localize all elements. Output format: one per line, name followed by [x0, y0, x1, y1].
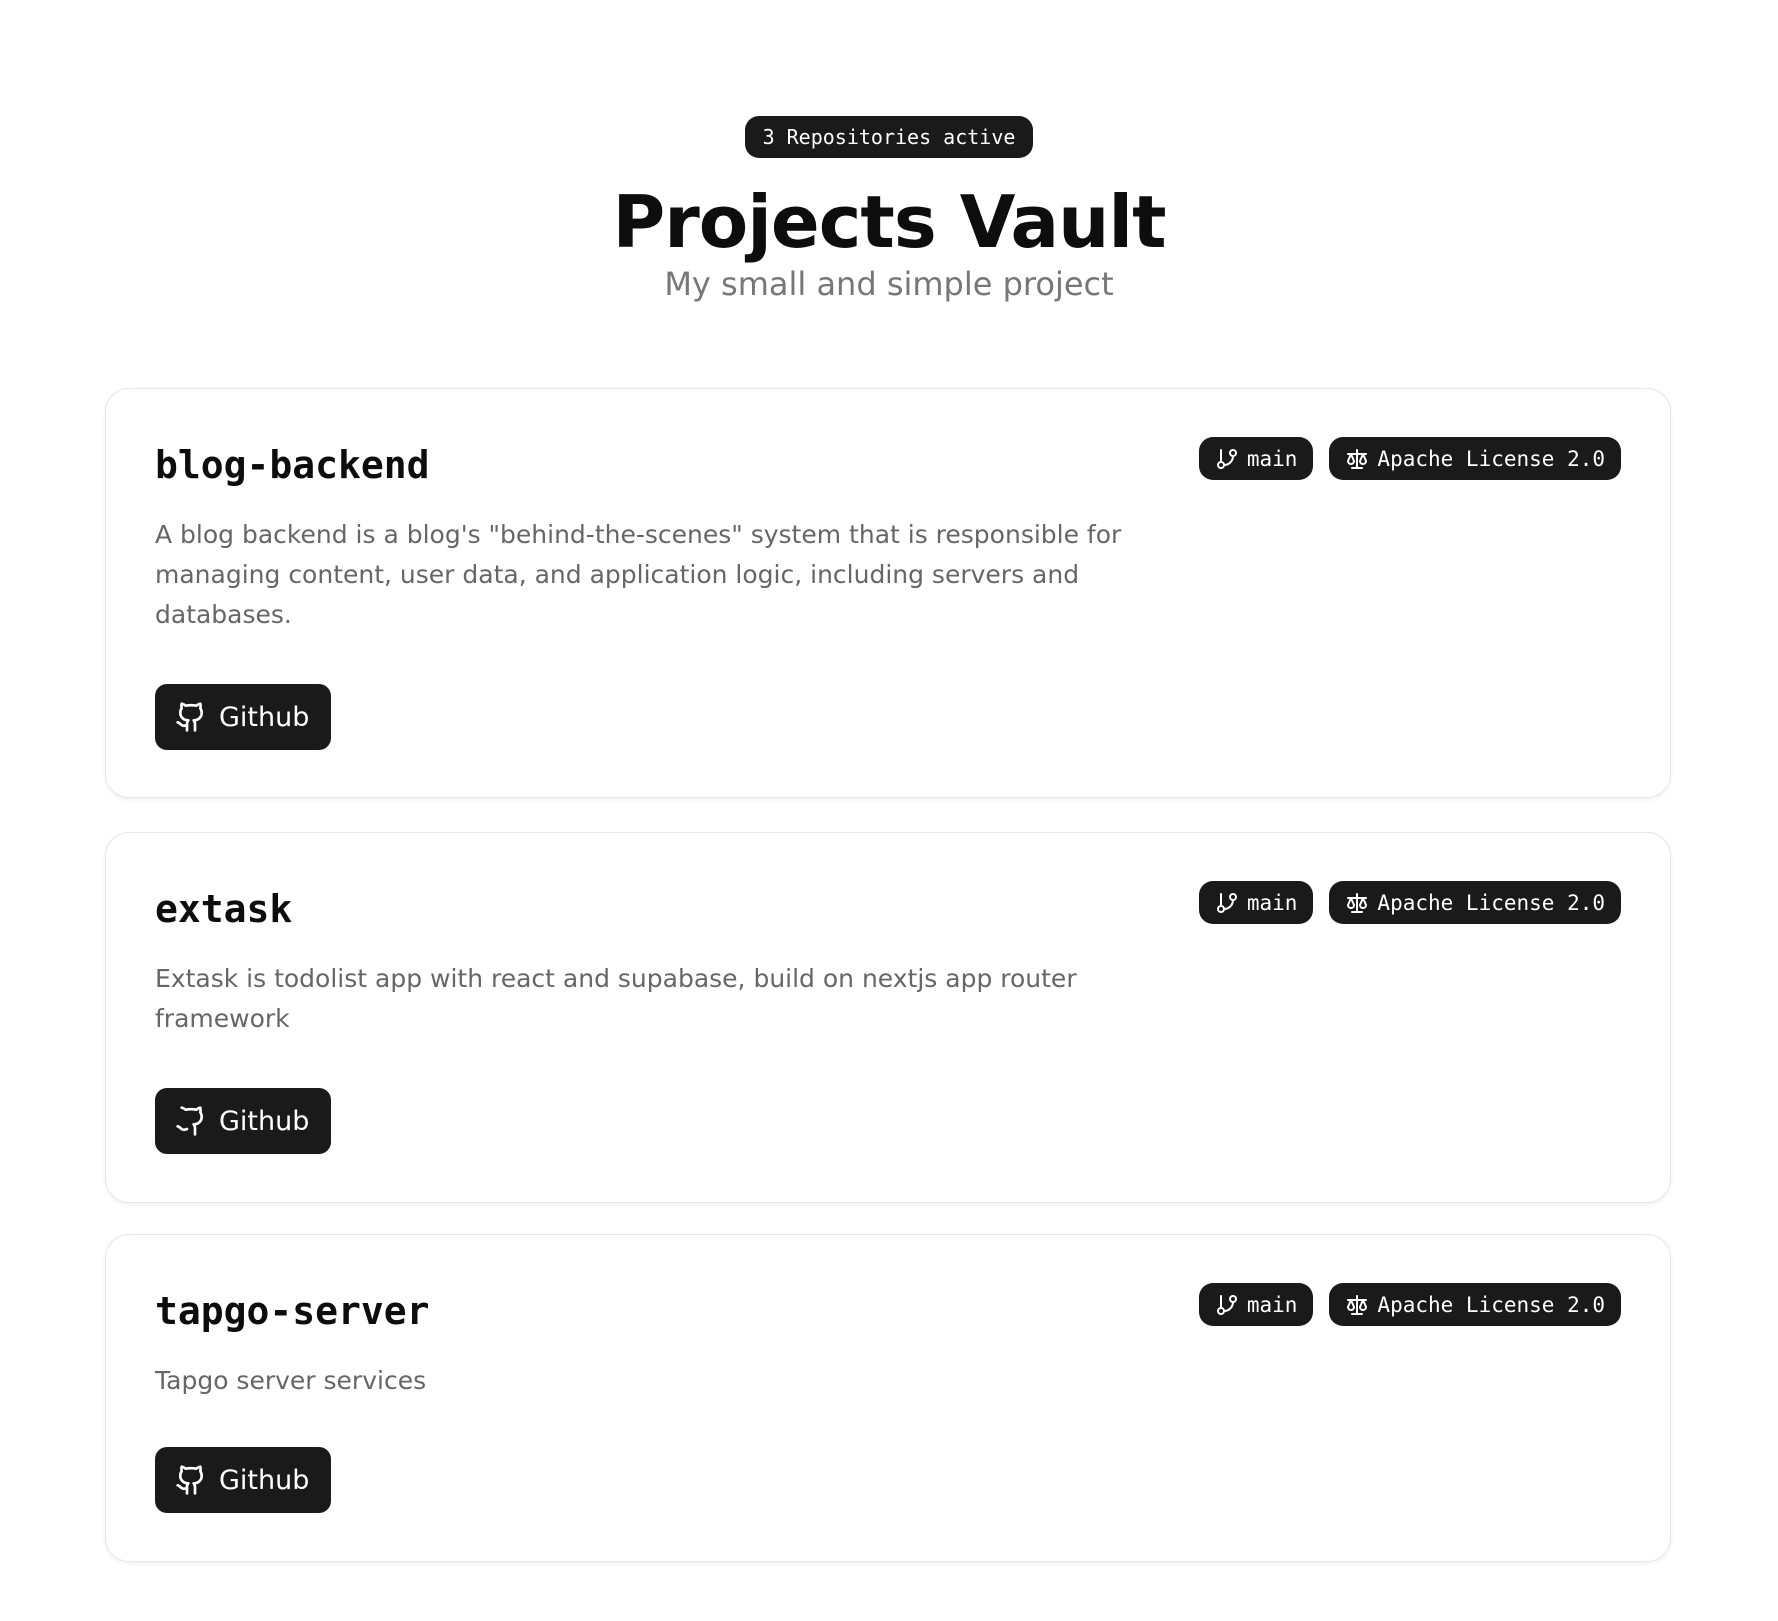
project-title: tapgo-server: [155, 1289, 430, 1333]
branch-label: main: [1246, 1292, 1298, 1317]
project-badges: main Apache License 2.0: [1198, 881, 1621, 924]
project-description: Tapgo server services: [155, 1366, 427, 1395]
project-title: extask: [155, 887, 293, 931]
scale-icon: [1345, 891, 1369, 915]
branch-badge: main: [1198, 881, 1314, 924]
scale-icon: [1345, 447, 1369, 471]
scale-icon: [1345, 1293, 1369, 1317]
license-badge: Apache License 2.0: [1329, 881, 1621, 924]
license-label: Apache License 2.0: [1377, 1292, 1605, 1317]
project-card-extask: extask main Apache License 2.0 Extask is…: [105, 832, 1671, 1203]
github-button[interactable]: Github: [155, 684, 332, 750]
branch-badge: main: [1198, 1283, 1314, 1326]
github-button[interactable]: Github: [155, 1447, 332, 1513]
branch-label: main: [1246, 890, 1298, 915]
license-label: Apache License 2.0: [1377, 890, 1605, 915]
repositories-count-badge: 3 Repositories active: [744, 116, 1034, 158]
github-button-label: Github: [219, 701, 310, 733]
git-branch-icon: [1215, 1293, 1239, 1317]
license-label: Apache License 2.0: [1377, 446, 1605, 471]
git-branch-icon: [1215, 447, 1239, 471]
license-badge: Apache License 2.0: [1329, 437, 1621, 480]
page-title: Projects Vault: [612, 180, 1167, 264]
project-description: A blog backend is a blog's "behind-the-s…: [155, 520, 1122, 629]
github-button-label: Github: [219, 1464, 310, 1496]
project-badges: main Apache License 2.0: [1198, 437, 1621, 480]
project-badges: main Apache License 2.0: [1198, 1283, 1621, 1326]
page-header: 3 Repositories active Projects Vault My …: [0, 116, 1778, 304]
project-description: Extask is todolist app with react and su…: [155, 964, 1077, 1033]
project-card-tapgo-server: tapgo-server main Apache License 2.0 Tap…: [105, 1234, 1671, 1562]
github-icon: [175, 1105, 207, 1137]
git-branch-icon: [1215, 891, 1239, 915]
github-button[interactable]: Github: [155, 1088, 332, 1154]
github-icon: [175, 1464, 207, 1496]
branch-badge: main: [1198, 437, 1314, 480]
github-button-label: Github: [219, 1105, 310, 1137]
project-card-blog-backend: blog-backend main Apache License 2.0 A b…: [105, 388, 1671, 798]
github-icon: [175, 701, 207, 733]
branch-label: main: [1246, 446, 1298, 471]
project-title: blog-backend: [155, 443, 430, 487]
page-subtitle: My small and simple project: [664, 265, 1114, 303]
license-badge: Apache License 2.0: [1329, 1283, 1621, 1326]
